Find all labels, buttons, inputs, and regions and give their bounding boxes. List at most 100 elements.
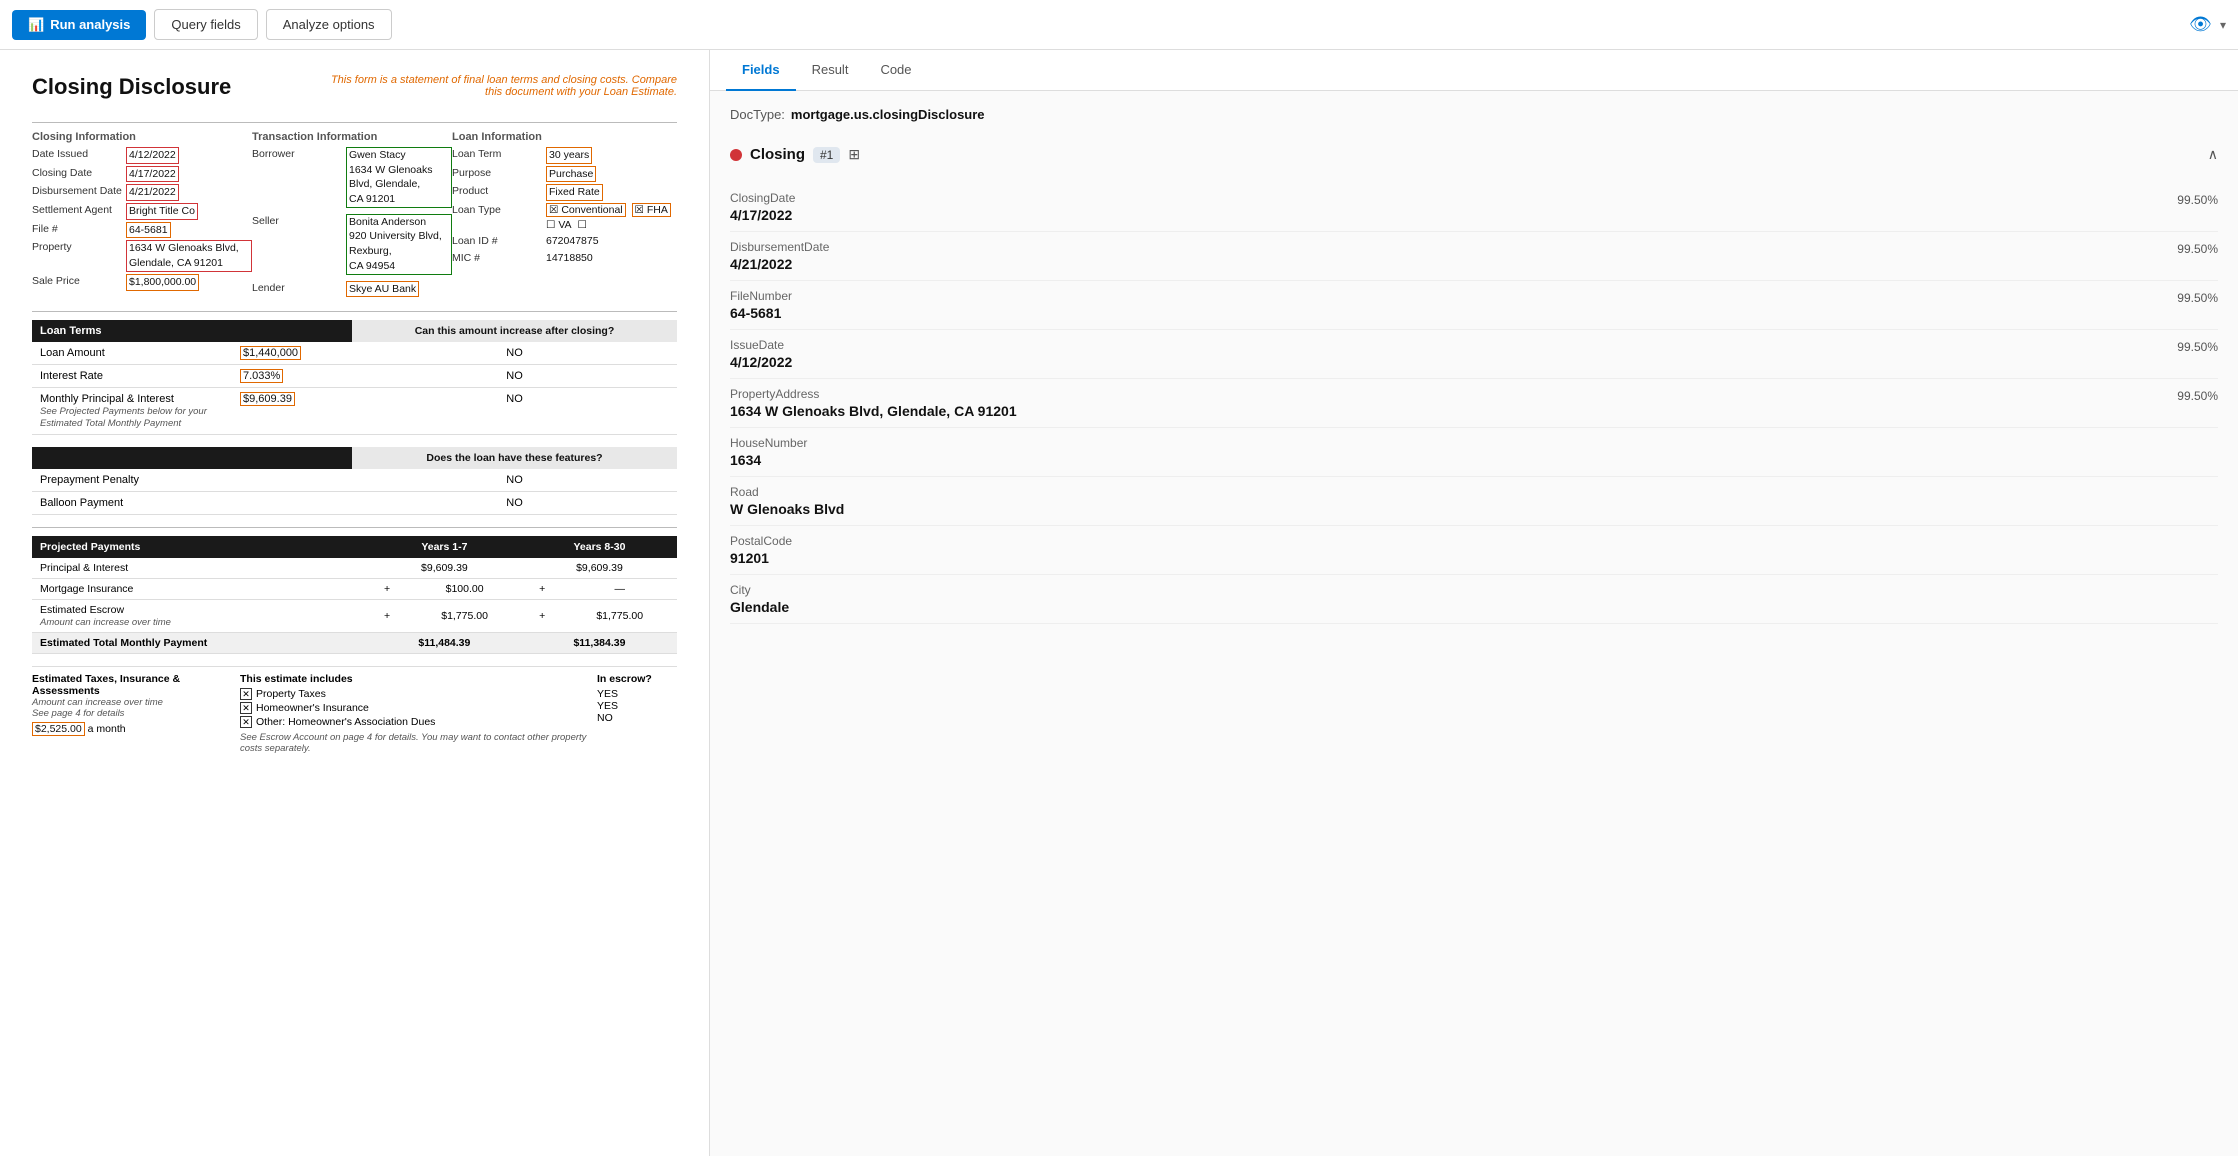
closing-date-val: 4/17/2022 [126,166,179,183]
projected-payments-table: Projected Payments Years 1-7 Years 8-30 … [32,536,677,654]
lender-row: Lender Skye AU Bank [252,281,452,298]
chevron-down-icon[interactable]: ▾ [2220,18,2226,32]
tab-code[interactable]: Code [864,50,927,91]
loan-type-fha: ☒ FHA [632,203,671,217]
taxes-section: Estimated Taxes, Insurance & Assessments… [32,666,677,754]
transaction-info-title: Transaction Information [252,131,452,143]
mortgage-label: Mortgage Insurance [32,579,367,600]
doctype-label: DocType: [730,107,785,122]
closing-date-row: Closing Date 4/17/2022 [32,166,252,183]
taxes-amount-row: $2,525.00 a month [32,723,232,735]
doctype-row: DocType: mortgage.us.closingDisclosure [730,107,2218,122]
mic-row: MIC # 14718850 [452,251,677,266]
chart-icon: 📊 [28,17,44,33]
loan-type-row: Loan Type ☒ Conventional ☒ FHA ☐ VA ☐ [452,203,677,232]
escrow-note2: See Escrow Account on page 4 for details… [240,732,589,754]
total-row: Estimated Total Monthly Payment $11,484.… [32,633,677,654]
fields-list: ClosingDate 4/17/2022 99.50% Disbursemen… [730,183,2218,624]
loan-amount-label: Loan Amount [32,342,232,365]
tab-result[interactable]: Result [796,50,865,91]
monthly-payment-label: Monthly Principal & Interest See Project… [32,388,232,435]
doctype-value: mortgage.us.closingDisclosure [791,107,985,122]
field-closing-date: ClosingDate 4/17/2022 99.50% [730,183,2218,232]
query-fields-button[interactable]: Query fields [154,9,257,40]
tabs: Fields Result Code [710,50,2238,91]
field-postal-code: PostalCode 91201 [730,526,2218,575]
sale-price-val: $1,800,000.00 [126,274,199,291]
loan-type-conventional: ☒ Conventional [546,203,626,217]
file-row: File # 64-5681 [32,222,252,239]
can-increase-header: Can this amount increase after closing? [352,320,677,342]
balloon-row: Balloon Payment NO [32,492,677,515]
toolbar: 📊 Run analysis Query fields Analyze opti… [0,0,2238,50]
monthly-payment-val: $9,609.39 [232,388,352,435]
document-subtitle: This form is a statement of final loan t… [327,74,677,98]
loan-terms-header: Loan Terms [32,320,232,342]
taxes-includes-col: This estimate includes ✕Property Taxes ✕… [240,673,589,754]
run-label: Run analysis [50,17,130,32]
loan-amount-val: $1,440,000 [232,342,352,365]
section-title: Closing [750,146,805,163]
prepayment-label: Prepayment Penalty [32,469,232,492]
prepayment-row: Prepayment Penalty NO [32,469,677,492]
seller-row: Seller Bonita Anderson920 University Blv… [252,214,452,275]
section-dot [730,149,742,161]
mortgage-col2: — [562,579,677,600]
total-col2: $11,384.39 [522,633,677,654]
analyze-options-button[interactable]: Analyze options [266,9,392,40]
field-house-number: HouseNumber 1634 [730,428,2218,477]
balloon-label: Balloon Payment [32,492,232,515]
taxes-period: a month [88,723,126,735]
principal-label: Principal & Interest [32,558,367,579]
prepayment-val: NO [352,469,677,492]
purpose-row: Purpose Purchase [452,166,677,183]
in-escrow-title: In escrow? [597,673,677,685]
escrow-col2: $1,775.00 [562,600,677,633]
mortgage-col1: $100.00 [407,579,522,600]
loan-features-table: Does the loan have these features? Prepa… [32,447,677,515]
info-grid: Closing Information Date Issued 4/12/202… [32,131,677,299]
field-city: City Glendale [730,575,2218,624]
purpose-val: Purchase [546,166,596,183]
lender-val: Skye AU Bank [346,281,419,298]
field-issue-date: IssueDate 4/12/2022 99.50% [730,330,2218,379]
borrower-row: Borrower Gwen Stacy1634 W Glenoaks Blvd,… [252,147,452,208]
proj-col2: Years 8-30 [522,536,677,558]
in-escrow-col: In escrow? YES YES NO [597,673,677,754]
product-row: Product Fixed Rate [452,184,677,201]
eye-icon[interactable]: 👁 [2189,14,2212,35]
mortgage-row: Mortgage Insurance + $100.00 + — [32,579,677,600]
transaction-info-col: Transaction Information Borrower Gwen St… [252,131,452,299]
monthly-payment-increase: NO [352,388,677,435]
section-header[interactable]: Closing #1 ⊞ ∧ [730,138,2218,171]
loan-amount-increase: NO [352,342,677,365]
closing-info-title: Closing Information [32,131,252,143]
proj-col1: Years 1-7 [367,536,522,558]
taxes-amount: $2,525.00 [32,722,85,736]
escrow-label: Estimated Escrow Amount can increase ove… [32,600,367,633]
includes-list: ✕Property Taxes ✕Homeowner's Insurance ✕… [240,688,589,728]
taxes-label: Estimated Taxes, Insurance & Assessments [32,673,232,697]
loan-type-other: ☐ [577,219,586,231]
settlement-row: Settlement Agent Bright Title Co [32,203,252,220]
table-icon: ⊞ [848,146,860,163]
interest-rate-increase: NO [352,365,677,388]
field-disbursement-date: DisbursementDate 4/21/2022 99.50% [730,232,2218,281]
field-file-number: FileNumber 64-5681 99.50% [730,281,2218,330]
run-analysis-button[interactable]: 📊 Run analysis [12,10,146,40]
tab-fields[interactable]: Fields [726,50,796,91]
document-panel: Closing Disclosure This form is a statem… [0,50,710,1156]
balloon-val: NO [352,492,677,515]
taxes-label-col: Estimated Taxes, Insurance & Assessments… [32,673,232,754]
interest-rate-row: Interest Rate 7.033% NO [32,365,677,388]
collapse-icon[interactable]: ∧ [2208,146,2218,163]
loan-terms-table: Loan Terms Can this amount increase afte… [32,320,677,435]
disbursement-row: Disbursement Date 4/21/2022 [32,184,252,201]
interest-rate-val: 7.033% [232,365,352,388]
principal-col1: $9,609.39 [367,558,522,579]
borrower-val: Gwen Stacy1634 W Glenoaks Blvd, Glendale… [346,147,452,208]
section-badge: #1 [813,147,840,163]
loan-info-title: Loan Information [452,131,677,143]
monthly-payment-row: Monthly Principal & Interest See Project… [32,388,677,435]
includes-title: This estimate includes [240,673,589,685]
